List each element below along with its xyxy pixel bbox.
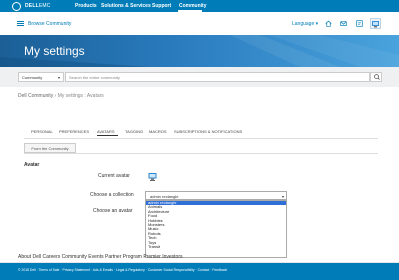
- user-avatar-icon[interactable]: [370, 18, 381, 29]
- brand-main: DELL: [25, 3, 39, 9]
- subtab-from-community[interactable]: From the Community: [24, 143, 76, 153]
- collection-select-value: admin rectangle: [150, 194, 179, 199]
- breadcrumb: Dell Community › My settings : Avatars: [18, 93, 104, 99]
- nav-products[interactable]: Products: [75, 3, 97, 9]
- collection-dropdown-list: admin rectangle Animals Architecture Foo…: [145, 200, 287, 258]
- browse-community-link[interactable]: Browse Community: [28, 21, 71, 27]
- tabs-divider: [24, 138, 378, 139]
- chevron-down-icon: ▾: [57, 75, 60, 80]
- breadcrumb-root-link[interactable]: Dell Community: [18, 93, 53, 99]
- current-avatar-image: [148, 173, 157, 181]
- subtab-divider: [24, 153, 378, 154]
- footer-links[interactable]: About Dell Careers Community Events Part…: [18, 254, 183, 260]
- search-input[interactable]: Search the entire community: [65, 72, 370, 82]
- brand-name[interactable]: DELLEMC: [25, 3, 51, 9]
- collection-select[interactable]: admin rectangle ▾: [145, 191, 287, 200]
- tab-preferences[interactable]: PREFERENCES: [59, 129, 89, 134]
- menu-icon[interactable]: [17, 21, 24, 26]
- notifications-icon[interactable]: [356, 20, 363, 27]
- nav-support[interactable]: Support: [152, 3, 171, 9]
- tab-personal[interactable]: PERSONAL: [31, 129, 53, 134]
- mail-icon[interactable]: [340, 20, 347, 27]
- active-tab-indicator: [97, 135, 118, 136]
- dropdown-option[interactable]: Transit: [146, 244, 286, 249]
- nav-community[interactable]: Community: [179, 3, 207, 9]
- footer-copyright[interactable]: © 2018 Dell · Terms of Sale · Privacy St…: [18, 268, 227, 272]
- choose-avatar-label: Choose an avatar: [93, 208, 133, 214]
- avatar-heading: Avatar: [24, 162, 40, 168]
- tab-macros[interactable]: MACROS: [149, 129, 167, 134]
- search-category-value: Community: [22, 75, 43, 80]
- home-icon[interactable]: [325, 20, 332, 27]
- dell-logo-icon[interactable]: [12, 2, 21, 11]
- tab-subscriptions-notifications[interactable]: SUBSCRIPTIONS & NOTIFICATIONS: [174, 129, 242, 134]
- current-avatar-label: Current avatar: [98, 173, 130, 179]
- search-category-select[interactable]: Community ▾: [18, 72, 64, 82]
- tab-avatars[interactable]: AVATARS: [97, 129, 114, 134]
- search-button[interactable]: [370, 72, 382, 82]
- search-icon: [374, 74, 380, 80]
- page-title: My settings: [24, 44, 85, 58]
- breadcrumb-current: › My settings : Avatars: [53, 93, 104, 99]
- tab-tagging[interactable]: TAGGING: [125, 129, 143, 134]
- brand-sub: EMC: [38, 3, 51, 9]
- language-selector[interactable]: Language ▾: [292, 21, 318, 27]
- choose-collection-label: Choose a collection: [90, 192, 134, 198]
- nav-solutions-services[interactable]: Solutions & Services: [101, 3, 151, 9]
- search-placeholder: Search the entire community: [69, 75, 120, 80]
